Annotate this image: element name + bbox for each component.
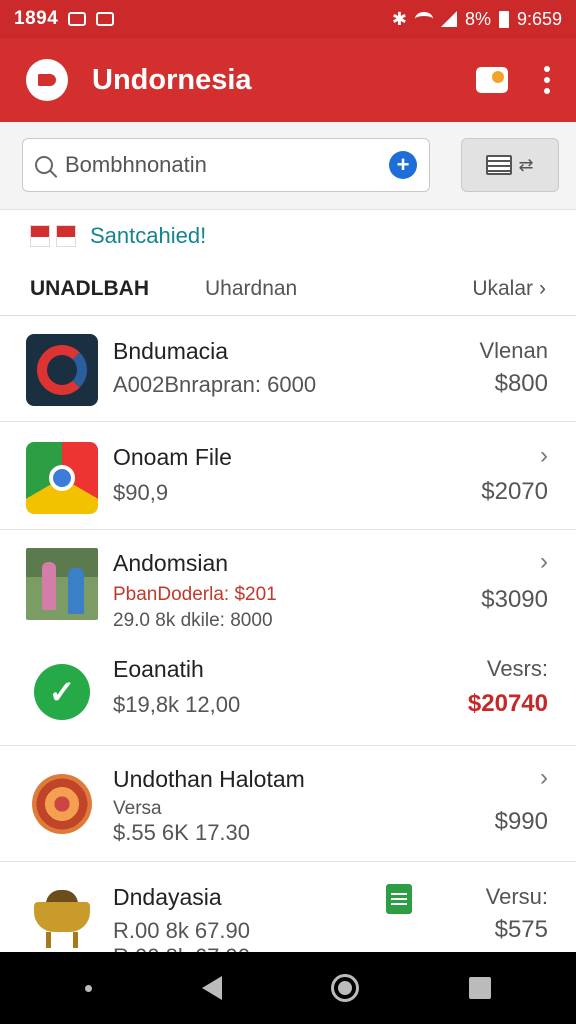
item-detail: R.00 8k 67.90 [113, 918, 250, 943]
item-title: Dndayasia [113, 884, 222, 910]
chevron-right-icon[interactable]: › [540, 764, 548, 792]
pot-icon [26, 882, 98, 952]
item-detail: Versa [113, 798, 162, 819]
status-time: 1894 [14, 8, 59, 29]
item-detail: 29.0 8k dkile: 8000 [113, 610, 273, 631]
item-detail: R.00 8k 67.90 [113, 944, 250, 952]
item-detail: $.55 6K 17.30 [113, 820, 251, 845]
wifi-icon [414, 12, 433, 26]
signal-icon [440, 11, 457, 27]
add-button[interactable]: + [389, 151, 417, 179]
battery-icon [498, 10, 509, 28]
nav-dot-icon [84, 984, 92, 992]
vibrate-icon: ✱ [391, 8, 407, 29]
item-price: $2070 [481, 478, 548, 505]
item-label: Versu: [485, 884, 548, 909]
overflow-menu-icon[interactable] [538, 66, 556, 94]
item-title: Onoam File [113, 444, 232, 470]
search-placeholder: Bombhnonatin [65, 152, 207, 177]
alert-banner: Santcahied! [0, 210, 576, 262]
list-item[interactable]: Andomsian PbanDoderla: $201 29.0 8k dkil… [0, 530, 576, 642]
item-detail: $19,8k 12,00 [113, 692, 241, 717]
alert-text: Santcahied! [90, 223, 207, 248]
app-title: Undornesia [92, 63, 252, 96]
app-bar-actions [476, 66, 556, 94]
tab-uhardnan[interactable]: Uhardnan [205, 277, 297, 301]
recent-apps-icon[interactable] [469, 977, 492, 999]
search-input[interactable]: Bombhnonatin + [22, 138, 430, 192]
battery-percent: 8% [464, 8, 491, 29]
item-title: Andomsian [113, 550, 229, 576]
list-item[interactable]: ✓ Eoanatih $19,8k 12,00 Vesrs: $20740 [0, 642, 576, 746]
sort-icon: ⇄ [518, 154, 534, 175]
item-price: $800 [494, 370, 548, 397]
item-price: $20740 [467, 690, 548, 717]
item-price: $3090 [481, 586, 548, 613]
item-detail: PbanDoderla: $201 [113, 584, 277, 605]
item-title: Undothan Halotam [113, 766, 305, 792]
tab-unadlbah[interactable]: UNADLBAH [30, 277, 149, 301]
tab-ukalar[interactable]: Ukalar › [472, 277, 546, 301]
item-detail: $90,9 [113, 480, 169, 505]
list-item[interactable]: Onoam File $90,9 › $2070 [0, 422, 576, 530]
status-right: ✱ 8% 9:659 [392, 9, 562, 30]
flag-icon [56, 225, 76, 247]
list-item[interactable]: Dndayasia R.00 8k 67.90 R.00 8k 67.90 Ve… [0, 862, 576, 952]
app-bar: Undornesia [0, 38, 576, 122]
tab-bar: UNADLBAH Uhardnan Ukalar › [0, 262, 576, 316]
chat-notification-icon[interactable] [476, 67, 508, 93]
app-screen: 1894 ✱ 8% 9:659 Undornesia Bombhnonatin … [0, 0, 576, 1024]
chevron-right-icon: › [539, 276, 546, 300]
home-icon[interactable] [331, 974, 360, 1002]
document-icon[interactable] [386, 884, 412, 914]
app-logo-icon [26, 334, 98, 406]
item-price: $575 [494, 916, 548, 943]
photo-thumbnail [26, 548, 98, 620]
flag-icon [30, 225, 50, 247]
search-icon [35, 156, 53, 174]
item-label: Vlenan [479, 338, 548, 363]
check-download-icon: ✓ [26, 656, 98, 728]
item-detail: A002Bnrapran: 6000 [113, 372, 317, 397]
list-icon [486, 155, 513, 175]
item-title: Bndumacia [113, 338, 229, 364]
message-icon [96, 12, 115, 26]
notification-icon [68, 12, 87, 26]
target-disc-icon [26, 768, 98, 840]
item-price: $990 [494, 808, 548, 835]
system-nav-bar [0, 952, 576, 1024]
tab-ukalar-label: Ukalar [472, 276, 533, 300]
chevron-right-icon[interactable]: › [540, 548, 548, 576]
back-icon[interactable] [201, 976, 222, 1000]
item-label: Vesrs: [486, 656, 548, 681]
search-area: Bombhnonatin + ⇄ [0, 122, 576, 210]
list-item[interactable]: Bndumacia A002Bnrapran: 6000 Vlenan $800 [0, 316, 576, 422]
chrome-icon [26, 442, 98, 514]
list-item[interactable]: Undothan Halotam Versa $.55 6K 17.30 › $… [0, 746, 576, 862]
chevron-right-icon[interactable]: › [540, 442, 548, 470]
status-bar: 1894 ✱ 8% 9:659 [0, 0, 576, 38]
app-logo-icon[interactable] [26, 59, 68, 101]
status-clock: 9:659 [516, 8, 562, 29]
item-title: Eoanatih [113, 656, 204, 682]
item-list: Bndumacia A002Bnrapran: 6000 Vlenan $800… [0, 316, 576, 952]
filter-button[interactable]: ⇄ [461, 138, 559, 192]
